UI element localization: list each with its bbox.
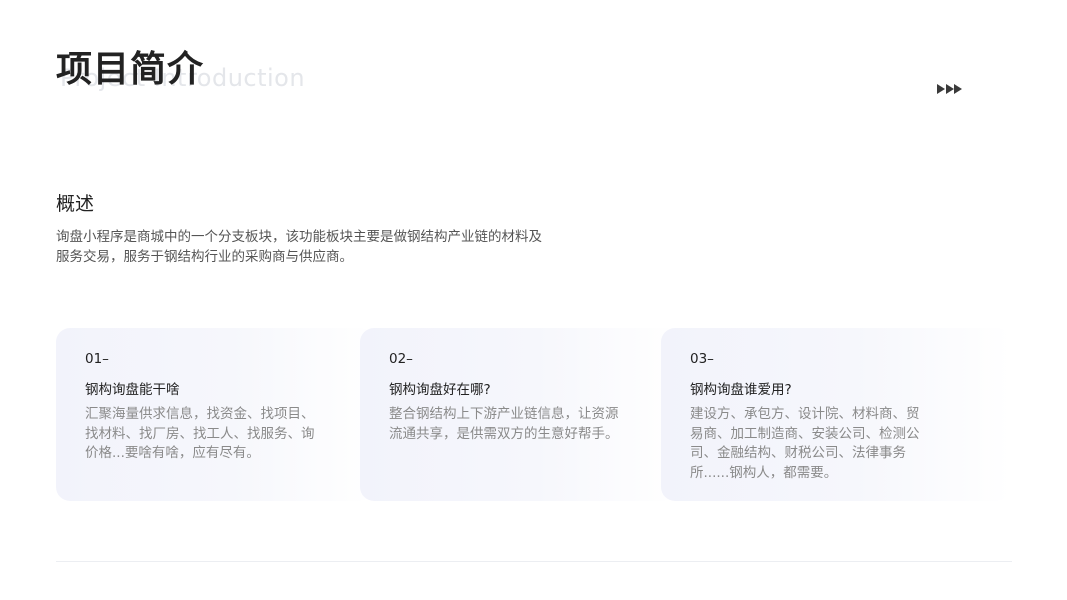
card-number: 01– (85, 351, 109, 367)
card-title: 钢构询盘能干啥 (85, 382, 180, 398)
info-card-users: 03– 钢构询盘谁爱用? 建设方、承包方、设计院、材料商、贸易商、加工制造商、安… (661, 328, 1011, 501)
card-title: 钢构询盘谁爱用? (690, 382, 792, 398)
play-arrow-icon (954, 84, 962, 94)
card-body: 建设方、承包方、设计院、材料商、贸易商、加工制造商、安装公司、检测公司、金融结构… (690, 406, 920, 481)
play-arrow-icon (937, 84, 945, 94)
info-card-what: 01– 钢构询盘能干啥 汇聚海量供求信息，找资金、找项目、找材料、找厂房、找工人… (56, 328, 374, 501)
overview-description: 询盘小程序是商城中的一个分支板块，该功能板块主要是做钢结构产业链的材料及服务交易… (56, 229, 542, 265)
card-number: 03– (690, 351, 714, 367)
page-title: 项目简介 (56, 49, 205, 90)
slide-page: Project Introduction 项目简介 概述 询盘小程序是商城中的一… (0, 0, 1067, 600)
card-body: 整合钢结构上下游产业链信息，让资源流通共享，是供需双方的生意好帮手。 (389, 406, 619, 442)
play-arrow-icon (945, 84, 954, 94)
bottom-divider (56, 561, 1012, 562)
triple-play-arrow-icon (937, 84, 963, 94)
card-number: 02– (389, 351, 413, 367)
card-body: 汇聚海量供求信息，找资金、找项目、找材料、找厂房、找工人、找服务、询价格...要… (85, 406, 315, 461)
card-title: 钢构询盘好在哪? (389, 382, 491, 398)
overview-heading: 概述 (56, 193, 95, 215)
info-card-advantage: 02– 钢构询盘好在哪? 整合钢结构上下游产业链信息，让资源流通共享，是供需双方… (360, 328, 678, 501)
